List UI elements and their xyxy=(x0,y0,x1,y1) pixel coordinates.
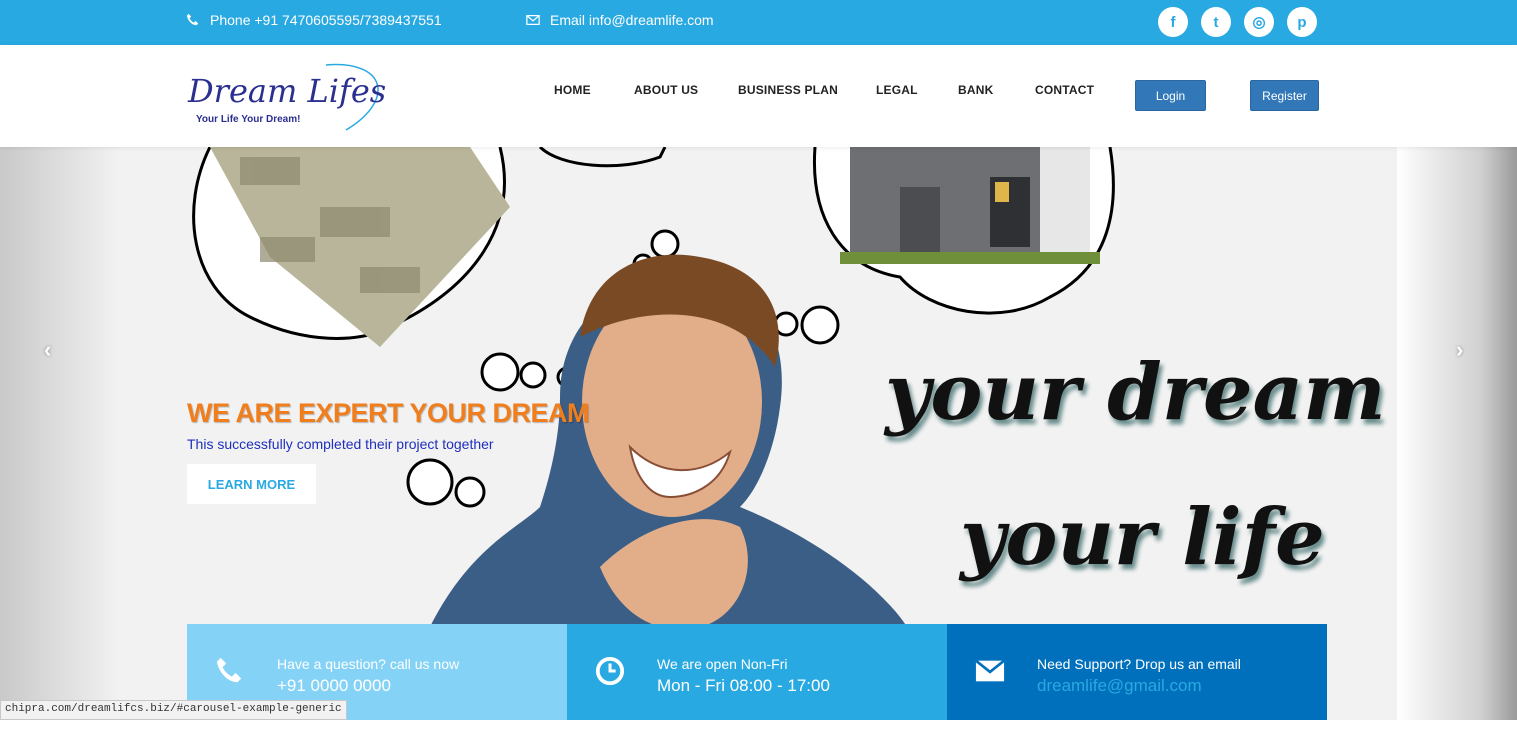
info-email-value[interactable]: dreamlife@gmail.com xyxy=(1037,676,1202,696)
carousel-prev-arrow[interactable]: ‹ xyxy=(44,337,51,363)
register-button[interactable]: Register xyxy=(1250,80,1319,111)
info-box-hours: We are open Non-Fri Mon - Fri 08:00 - 17… xyxy=(567,624,947,720)
nav-bank[interactable]: BANK xyxy=(958,83,993,97)
email-text: Email info@dreamlife.com xyxy=(550,12,714,28)
info-hours-label: We are open Non-Fri xyxy=(657,656,788,672)
phone-text: Phone +91 7470605595/7389437551 xyxy=(210,12,442,28)
phone-icon xyxy=(216,657,242,683)
phone-contact: Phone +91 7470605595/7389437551 xyxy=(186,12,442,28)
facebook-icon[interactable]: f xyxy=(1158,7,1188,37)
nav-business-plan[interactable]: BUSINESS PLAN xyxy=(738,83,838,97)
carousel-shade-right xyxy=(1397,147,1517,720)
info-hours-value: Mon - Fri 08:00 - 17:00 xyxy=(657,676,830,695)
twitter-icon[interactable]: t xyxy=(1201,7,1231,37)
email-contact: Email info@dreamlife.com xyxy=(526,12,714,28)
nav-about-us[interactable]: ABOUT US xyxy=(634,83,698,97)
info-box-email: Need Support? Drop us an email dreamlife… xyxy=(947,624,1327,720)
pinterest-icon[interactable]: p xyxy=(1287,7,1317,37)
browser-status-url: chipra.com/dreamlifcs.biz/#carousel-exam… xyxy=(0,700,347,720)
info-call-value: +91 0000 0000 xyxy=(277,676,391,695)
instagram-icon[interactable]: ◎ xyxy=(1244,7,1274,37)
hero-headline: WE ARE EXPERT YOUR DREAM xyxy=(187,398,590,428)
clock-icon xyxy=(595,656,625,686)
login-button[interactable]: Login xyxy=(1135,80,1206,111)
hero-script-line-1: your dream xyxy=(885,347,1386,438)
site-logo[interactable]: Dream Lifes Your Life Your Dream! xyxy=(186,60,396,140)
phone-icon xyxy=(186,13,199,26)
info-email-label: Need Support? Drop us an email xyxy=(1037,656,1241,672)
nav-legal[interactable]: LEGAL xyxy=(876,83,918,97)
learn-more-button[interactable]: LEARN MORE xyxy=(187,464,316,504)
logo-title: Dream Lifes xyxy=(187,72,386,110)
carousel-next-arrow[interactable]: › xyxy=(1456,337,1463,363)
envelope-icon xyxy=(975,659,1005,682)
top-contact-bar: Phone +91 7470605595/7389437551 Email in… xyxy=(0,0,1517,45)
nav-contact[interactable]: CONTACT xyxy=(1035,83,1094,97)
envelope-icon xyxy=(526,15,540,25)
info-call-label: Have a question? call us now xyxy=(277,656,460,672)
hero-subline: This successfully completed their projec… xyxy=(187,436,494,452)
logo-tagline: Your Life Your Dream! xyxy=(196,114,300,125)
nav-home[interactable]: HOME xyxy=(554,83,591,97)
hero-script-line-2: your life xyxy=(960,492,1325,583)
site-header: Dream Lifes Your Life Your Dream! HOME A… xyxy=(0,45,1517,147)
